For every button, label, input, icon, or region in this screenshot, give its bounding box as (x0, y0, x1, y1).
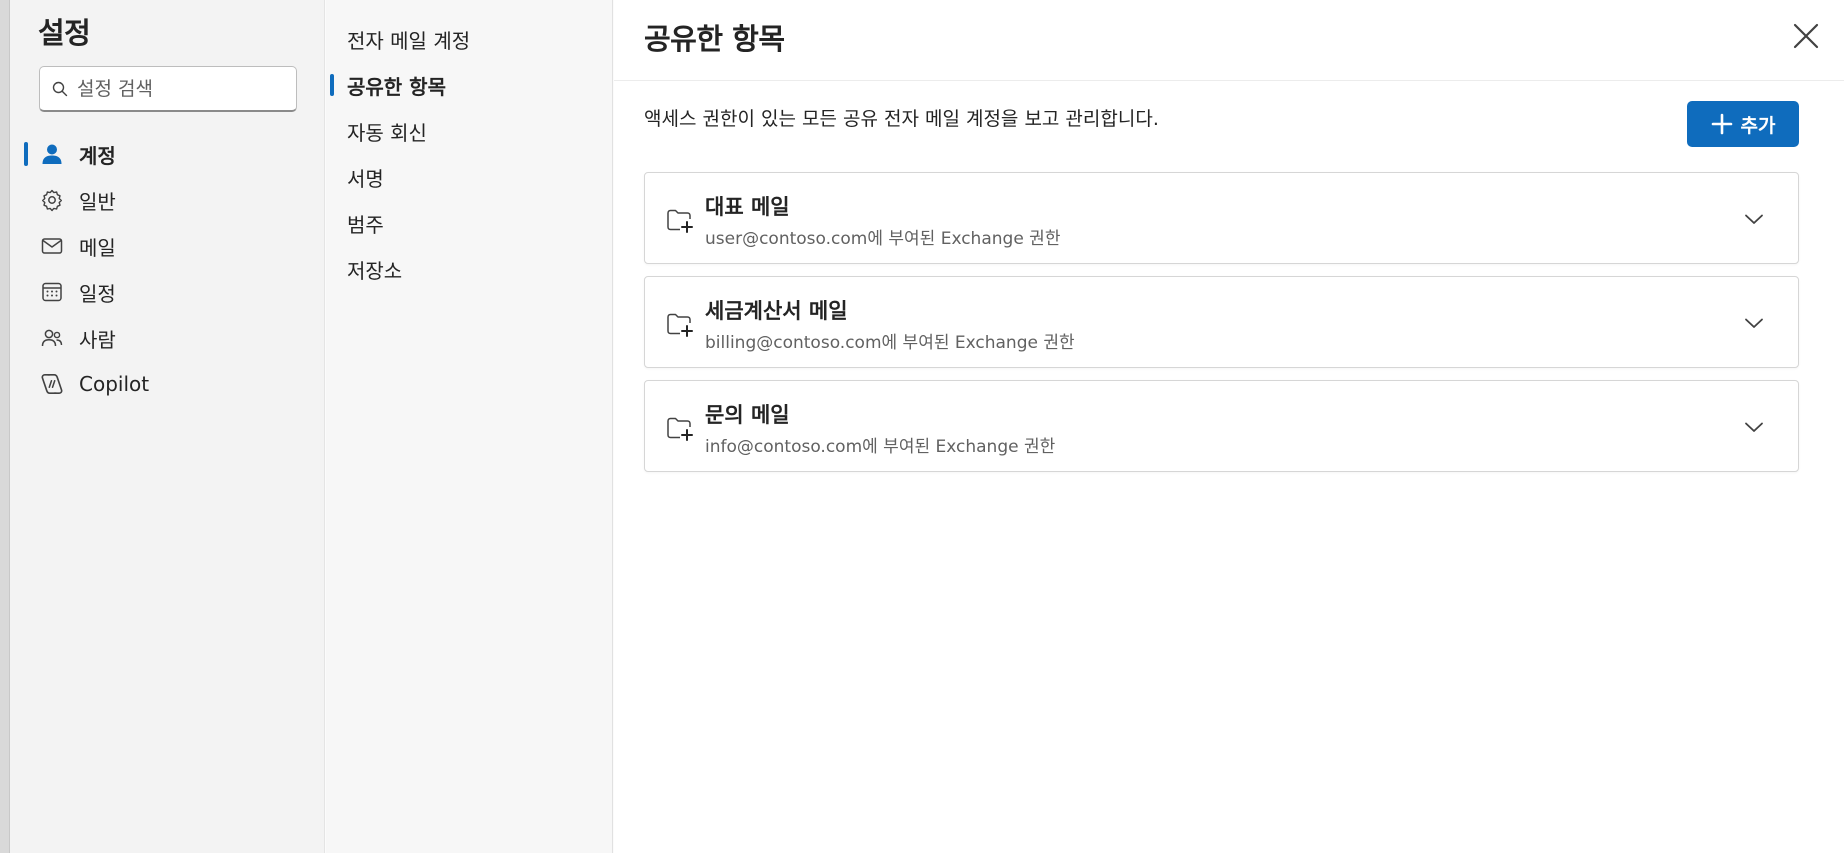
gear-icon (39, 187, 65, 213)
shared-account-permission: billing@contoso.com에 부여된 Exchange 권한 (705, 333, 1075, 353)
nav-item-calendar[interactable]: 일정 (10, 269, 325, 315)
nav-item-label: 메일 (79, 235, 116, 260)
subnav-item-shared-with-me[interactable]: 공유한 항목 (326, 62, 613, 108)
nav-item-people[interactable]: 사람 (10, 315, 325, 361)
account-subnav-list: 전자 메일 계정 공유한 항목 자동 회신 서명 범주 저장소 (326, 16, 613, 292)
add-shared-account-button[interactable]: 추가 (1687, 101, 1799, 147)
add-button-label: 추가 (1740, 114, 1776, 137)
search-icon (52, 81, 68, 96)
shared-account-card[interactable]: 문의 메일 info@contoso.com에 부여된 Exchange 권한 (644, 380, 1799, 472)
people-icon (39, 325, 65, 351)
subnav-item-categories[interactable]: 범주 (326, 200, 613, 246)
shared-account-card[interactable]: 세금계산서 메일 billing@contoso.com에 부여된 Exchan… (644, 276, 1799, 368)
person-icon (39, 141, 65, 167)
shared-folder-icon (667, 209, 693, 233)
subnav-item-signatures[interactable]: 서명 (326, 154, 613, 200)
nav-item-copilot[interactable]: Copilot (10, 361, 325, 407)
shared-account-permission: user@contoso.com에 부여된 Exchange 권한 (705, 229, 1061, 249)
shared-folder-icon (667, 313, 693, 337)
shared-account-permission: info@contoso.com에 부여된 Exchange 권한 (705, 437, 1056, 457)
settings-title: 설정 (38, 16, 91, 50)
shared-account-card[interactable]: 대표 메일 user@contoso.com에 부여된 Exchange 권한 (644, 172, 1799, 264)
plus-icon (1711, 113, 1732, 135)
settings-nav: 설정 계정 (10, 0, 325, 853)
close-icon (1793, 23, 1819, 49)
shared-account-name: 대표 메일 (705, 195, 790, 219)
nav-item-mail[interactable]: 메일 (10, 223, 325, 269)
calendar-icon (39, 279, 65, 305)
shared-account-list: 대표 메일 user@contoso.com에 부여된 Exchange 권한 … (644, 172, 1799, 484)
chevron-down-icon[interactable] (1742, 207, 1766, 231)
close-button[interactable] (1788, 18, 1824, 54)
settings-window: 설정 계정 (0, 0, 1844, 853)
account-subnav: 전자 메일 계정 공유한 항목 자동 회신 서명 범주 저장소 (326, 0, 613, 853)
settings-search-box[interactable] (39, 66, 297, 112)
shared-content-pane: 공유한 항목 액세스 권한이 있는 모든 공유 전자 메일 계정을 보고 관리합… (614, 0, 1844, 853)
settings-search-input[interactable] (77, 77, 277, 100)
nav-item-general[interactable]: 일반 (10, 177, 325, 223)
shared-folder-icon (667, 417, 693, 441)
nav-item-label: Copilot (79, 372, 150, 396)
nav-item-label: 사람 (79, 327, 116, 352)
page-title: 공유한 항목 (644, 22, 785, 56)
subnav-item-storage[interactable]: 저장소 (326, 246, 613, 292)
subnav-item-email-accounts[interactable]: 전자 메일 계정 (326, 16, 613, 62)
nav-item-label: 일정 (79, 281, 116, 306)
background-window-edge (0, 0, 10, 853)
subnav-item-automatic-replies[interactable]: 자동 회신 (326, 108, 613, 154)
nav-item-label: 일반 (79, 189, 116, 214)
chevron-down-icon[interactable] (1742, 415, 1766, 439)
nav-item-label: 계정 (79, 143, 116, 168)
chevron-down-icon[interactable] (1742, 311, 1766, 335)
mail-icon (39, 233, 65, 259)
settings-nav-list: 계정 일반 메일 일정 사람 Copilot (10, 131, 325, 407)
copilot-icon (39, 371, 65, 397)
shared-account-name: 세금계산서 메일 (705, 299, 848, 323)
content-header: 공유한 항목 (614, 0, 1844, 81)
shared-account-name: 문의 메일 (705, 403, 790, 427)
nav-item-account[interactable]: 계정 (10, 131, 325, 177)
shared-description: 액세스 권한이 있는 모든 공유 전자 메일 계정을 보고 관리합니다. (644, 108, 1159, 130)
